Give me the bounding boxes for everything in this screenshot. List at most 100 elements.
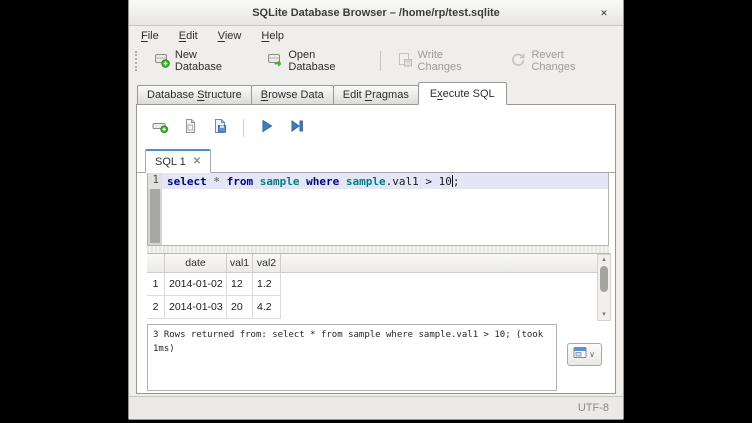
sql-editor[interactable]: 1 select * from sample where sample.val1… bbox=[147, 173, 609, 246]
execute-sql-icon bbox=[260, 119, 274, 138]
new-database-label: New Database bbox=[175, 49, 244, 73]
tab-label-part: Database bbox=[147, 89, 197, 101]
tab-database-structure[interactable]: Database Structure bbox=[137, 85, 252, 105]
execution-status-message: 3 Rows returned from: select * from samp… bbox=[147, 324, 557, 391]
open-database-button[interactable]: Open Database bbox=[259, 45, 369, 77]
revert-changes-label: Revert Changes bbox=[531, 49, 607, 73]
results-view-icon bbox=[573, 346, 588, 364]
sql-token: ; bbox=[453, 175, 460, 188]
line-number: 1 bbox=[148, 173, 162, 189]
sql-code-line[interactable]: select * from sample where sample.val1 >… bbox=[162, 173, 608, 189]
tab-label-part: ecute SQL bbox=[443, 88, 495, 100]
editor-results-splitter[interactable] bbox=[147, 246, 609, 253]
header-val1[interactable]: val1 bbox=[227, 254, 253, 272]
menu-label-mnemonic: E bbox=[179, 30, 186, 42]
results-view-dropdown-button[interactable]: ∨ bbox=[567, 343, 602, 366]
menu-edit[interactable]: Edit bbox=[171, 28, 206, 44]
sql-tab-close-icon[interactable]: ✕ bbox=[193, 156, 201, 167]
app-window: SQLite Database Browser – /home/rp/test.… bbox=[128, 0, 624, 420]
menu-label-part: dit bbox=[186, 30, 198, 42]
date-cell[interactable]: 2014-01-02 bbox=[165, 273, 227, 296]
results-area: date val1 val2 1 2014-01-02 12 1.2 2 bbox=[147, 253, 611, 321]
sql-token: .val1 > 10 bbox=[386, 175, 452, 188]
menu-help[interactable]: Help bbox=[253, 28, 292, 44]
sql-toolbar bbox=[137, 105, 615, 141]
save-sql-file-icon bbox=[212, 118, 228, 139]
header-filler bbox=[281, 254, 597, 272]
menu-file[interactable]: File bbox=[133, 28, 167, 44]
header-date[interactable]: date bbox=[165, 254, 227, 272]
toolbar-drag-handle[interactable] bbox=[135, 51, 140, 71]
header-corner[interactable] bbox=[147, 254, 165, 272]
scroll-down-icon[interactable]: ▾ bbox=[602, 310, 606, 320]
line-number-gutter: 1 bbox=[148, 173, 162, 245]
menu-label-mnemonic: F bbox=[141, 30, 148, 42]
sql-token: sample bbox=[260, 175, 306, 188]
tab-label-mnemonic: S bbox=[197, 89, 204, 101]
open-database-label: Open Database bbox=[288, 49, 361, 73]
val2-cell[interactable]: 1.2 bbox=[253, 273, 281, 296]
close-window-icon[interactable]: ✕ bbox=[597, 6, 611, 20]
menu-label-part: ile bbox=[148, 30, 159, 42]
sql-tab-1[interactable]: SQL 1 ✕ bbox=[145, 149, 211, 173]
sql-token: from bbox=[227, 175, 260, 188]
sql-tabrow: SQL 1 ✕ bbox=[137, 149, 615, 173]
sql-token: where bbox=[306, 175, 346, 188]
main-tabstrip: Database Structure Browse Data Edit Prag… bbox=[129, 82, 623, 104]
table-row[interactable]: 1 2014-01-02 12 1.2 bbox=[147, 273, 597, 296]
header-val2[interactable]: val2 bbox=[253, 254, 281, 272]
toolbar-separator bbox=[380, 51, 381, 71]
execute-sql-panel: SQL 1 ✕ 1 select * from sample where sam… bbox=[136, 104, 616, 394]
new-database-icon bbox=[154, 52, 170, 71]
val1-cell[interactable]: 20 bbox=[227, 296, 253, 319]
tab-label-part: ragmas bbox=[372, 89, 409, 101]
results-header-row: date val1 val2 bbox=[147, 254, 597, 273]
new-sql-tab-button[interactable] bbox=[151, 119, 169, 137]
row-number-cell[interactable]: 1 bbox=[147, 273, 165, 296]
open-sql-file-button[interactable] bbox=[181, 119, 199, 137]
titlebar[interactable]: SQLite Database Browser – /home/rp/test.… bbox=[129, 0, 623, 26]
row-filler bbox=[281, 296, 597, 319]
row-number-cell[interactable]: 2 bbox=[147, 296, 165, 319]
menu-view[interactable]: View bbox=[210, 28, 250, 44]
tab-execute-sql[interactable]: Execute SQL bbox=[418, 82, 507, 105]
execute-current-line-icon bbox=[290, 119, 304, 138]
val2-cell[interactable]: 4.2 bbox=[253, 296, 281, 319]
window-title: SQLite Database Browser – /home/rp/test.… bbox=[252, 7, 500, 19]
save-sql-file-button[interactable] bbox=[211, 119, 229, 137]
sql-tab-label: SQL 1 bbox=[155, 156, 186, 168]
chevron-down-icon: ∨ bbox=[589, 350, 595, 359]
message-actions: ∨ bbox=[557, 324, 611, 391]
scrollbar-thumb[interactable] bbox=[600, 266, 608, 292]
scroll-up-icon[interactable]: ▴ bbox=[602, 255, 606, 265]
encoding-label: UTF-8 bbox=[578, 402, 609, 414]
tab-label-part: Edit bbox=[343, 89, 365, 101]
tab-edit-pragmas[interactable]: Edit Pragmas bbox=[333, 85, 419, 105]
sql-token: * bbox=[213, 175, 226, 188]
row-filler bbox=[281, 273, 597, 296]
execute-sql-button[interactable] bbox=[258, 119, 276, 137]
table-row[interactable]: 2 2014-01-03 20 4.2 bbox=[147, 296, 597, 319]
results-grid: date val1 val2 1 2014-01-02 12 1.2 2 bbox=[147, 254, 597, 321]
menubar: File Edit View Help bbox=[129, 26, 623, 46]
sql-token: sample bbox=[346, 175, 386, 188]
open-sql-file-icon bbox=[182, 118, 198, 139]
results-scrollbar[interactable]: ▴ ▾ bbox=[597, 254, 611, 321]
menu-label-part: iew bbox=[225, 30, 242, 42]
tab-browse-data[interactable]: Browse Data bbox=[251, 85, 334, 105]
write-changes-button: Write Changes bbox=[389, 45, 495, 77]
date-cell[interactable]: 2014-01-03 bbox=[165, 296, 227, 319]
revert-changes-icon bbox=[510, 52, 526, 71]
new-sql-tab-icon bbox=[152, 118, 169, 139]
execute-current-line-button[interactable] bbox=[288, 119, 306, 137]
open-database-icon bbox=[267, 52, 283, 71]
gutter-margin bbox=[150, 189, 160, 243]
tab-label-part: tructure bbox=[205, 89, 242, 101]
editor-body[interactable]: select * from sample where sample.val1 >… bbox=[162, 173, 608, 245]
revert-changes-button: Revert Changes bbox=[502, 45, 615, 77]
val1-cell[interactable]: 12 bbox=[227, 273, 253, 296]
new-database-button[interactable]: New Database bbox=[146, 45, 252, 77]
menu-label-part: elp bbox=[269, 30, 284, 42]
menu-label-mnemonic: V bbox=[218, 30, 225, 42]
sql-token: select bbox=[167, 175, 213, 188]
